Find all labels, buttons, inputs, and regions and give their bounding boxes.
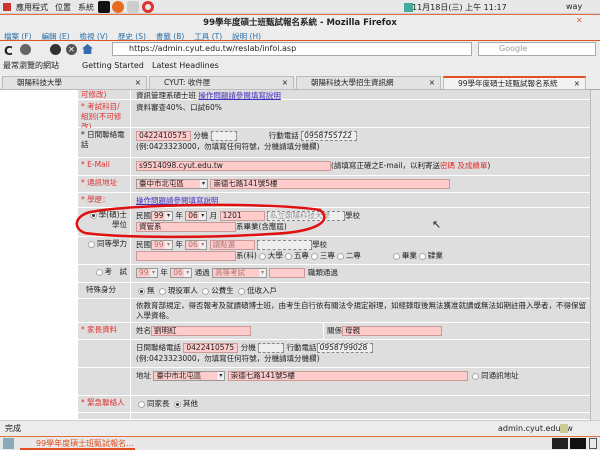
- special-radio-military[interactable]: [158, 287, 166, 295]
- tab-cyut[interactable]: 朝陽科技大學 ×: [2, 76, 147, 90]
- workspace-2[interactable]: [570, 438, 586, 449]
- tab-mail[interactable]: CYUT: 收件匣 ×: [149, 76, 294, 90]
- apps-icon: [3, 3, 11, 11]
- bookmark-getting-started[interactable]: Getting Started: [82, 58, 144, 73]
- lock-icon: [560, 424, 568, 433]
- equiv-dept-input[interactable]: [136, 251, 236, 261]
- red-annotation-ellipse: [75, 203, 326, 239]
- district-select[interactable]: 臺中市北屯區: [136, 179, 208, 189]
- street-input[interactable]: 崇德七路141號5樓: [210, 179, 451, 189]
- equiv-type-radio[interactable]: [284, 252, 292, 260]
- launcher-icon[interactable]: [98, 1, 110, 13]
- top-panel: 應用程式 位置 系統 11月18日(三) 上午 11:17 way: [0, 0, 600, 14]
- equiv-status-radio[interactable]: [418, 252, 426, 260]
- vertical-scrollbar[interactable]: [590, 90, 600, 420]
- panel-menu-places[interactable]: 位置: [55, 2, 71, 13]
- ext-input[interactable]: [210, 131, 237, 141]
- forward-icon[interactable]: [20, 44, 31, 55]
- tab-bar: 朝陽科技大學 × CYUT: 收件匣 × 朝陽科技大學招生資訊網 × 99學年度碩士班…: [0, 74, 600, 90]
- stop-icon[interactable]: ✕: [66, 44, 77, 55]
- same-address-checkbox[interactable]: [472, 372, 480, 380]
- special-radio-funded[interactable]: [202, 287, 210, 295]
- close-icon[interactable]: ✕: [576, 16, 583, 25]
- equiv-status-radio[interactable]: [392, 252, 400, 260]
- workspace-1[interactable]: [552, 438, 568, 449]
- parent-mobile-input[interactable]: 0958799028: [316, 343, 373, 353]
- show-desktop-icon[interactable]: [3, 438, 14, 449]
- special-radio-lowincome[interactable]: [238, 287, 246, 295]
- parent-ext-input[interactable]: [258, 343, 285, 353]
- bookmark-most-visited[interactable]: 最常瀏覽的網站: [3, 58, 59, 73]
- parent-district-select[interactable]: 臺中市北屯區: [153, 371, 226, 381]
- mouse-cursor-icon: ↖: [432, 218, 442, 231]
- trash-icon[interactable]: [589, 438, 597, 449]
- equiv-year-select[interactable]: 99: [151, 240, 173, 250]
- status-text: 完成: [5, 424, 21, 433]
- equiv-radio[interactable]: [88, 240, 95, 248]
- close-tab-icon[interactable]: ×: [282, 77, 288, 89]
- notice-text: 依教育部規定，得否報考及就讀碩博士班，由考生自行依有關法令規定辦理，如經錄取後無…: [136, 301, 586, 320]
- equiv-type-radio[interactable]: [336, 252, 344, 260]
- close-tab-icon[interactable]: ×: [135, 77, 141, 89]
- taskbar-window-button[interactable]: 99學年度碩士班甄試報名...: [20, 437, 135, 450]
- user-menu[interactable]: way: [566, 2, 582, 11]
- emergency-same-radio[interactable]: [138, 400, 145, 408]
- panel-menu-system[interactable]: 系統: [78, 2, 94, 13]
- parent-street-input[interactable]: 崇德七路141號5樓: [227, 371, 468, 381]
- exam-type-select[interactable]: 高等考試: [212, 268, 268, 278]
- home-icon[interactable]: [82, 44, 93, 54]
- form-table: 可修改) 資訊管理系碩士班 操作問題請參閱填寫說明 * 考試科目/組別(不可修改)…: [0, 90, 590, 420]
- exam-month-select[interactable]: 06: [170, 268, 193, 278]
- email-input[interactable]: s9514098.cyut.edu.tw: [136, 161, 331, 171]
- day-phone-input[interactable]: 0422410575: [136, 131, 191, 141]
- reload-icon[interactable]: [50, 44, 61, 55]
- exam-year-select[interactable]: 99: [136, 268, 158, 278]
- help-icon[interactable]: [142, 1, 154, 13]
- tab-registration[interactable]: 99學年度碩士班甄試報名系統 ×: [443, 76, 586, 90]
- bookmark-latest-headlines[interactable]: Latest Headlines: [152, 58, 219, 73]
- equiv-school-input[interactable]: [257, 240, 313, 250]
- url-bar[interactable]: https://admin.cyut.edu.tw/reslab/infoi.a…: [112, 42, 472, 56]
- taskbar: 99學年度碩士班甄試報名...: [0, 437, 600, 450]
- mail-icon[interactable]: [127, 1, 139, 13]
- status-bar: 完成 admin.cyut.edu.tw: [0, 420, 600, 437]
- bookmarks-toolbar: 最常瀏覽的網站 Getting Started Latest Headlines: [0, 58, 600, 73]
- equiv-month-select[interactable]: 06: [185, 240, 208, 250]
- tab-admissions[interactable]: 朝陽科技大學招生資訊網 ×: [296, 76, 441, 90]
- parent-phone-input[interactable]: 0422410575: [183, 343, 239, 353]
- equiv-type-radio[interactable]: [310, 252, 318, 260]
- firefox-icon[interactable]: [112, 1, 124, 13]
- parent-name-input[interactable]: 劉明紅: [151, 326, 251, 336]
- exam-category-input[interactable]: [269, 268, 306, 278]
- back-icon[interactable]: C: [4, 44, 13, 58]
- close-tab-icon[interactable]: ×: [574, 78, 580, 90]
- clock[interactable]: 11月18日(三) 上午 11:17: [412, 2, 507, 13]
- close-tab-icon[interactable]: ×: [429, 77, 435, 89]
- parent-relation-input[interactable]: 母親: [342, 326, 442, 336]
- help-link[interactable]: 操作問題請參閱填寫說明: [198, 91, 281, 100]
- panel-menu-apps[interactable]: 應用程式: [16, 2, 48, 13]
- exam-radio[interactable]: [95, 268, 103, 276]
- search-input[interactable]: Google: [478, 42, 596, 56]
- emergency-other-radio[interactable]: [173, 400, 181, 408]
- mobile-input[interactable]: 0958755722: [301, 131, 358, 141]
- special-radio-none[interactable]: [138, 287, 145, 295]
- equiv-school-select[interactable]: 請點選: [209, 240, 255, 250]
- equiv-type-radio[interactable]: [258, 252, 266, 260]
- window-title: 99學年度碩士班甄試報名系統 - Mozilla Firefox: [0, 14, 600, 31]
